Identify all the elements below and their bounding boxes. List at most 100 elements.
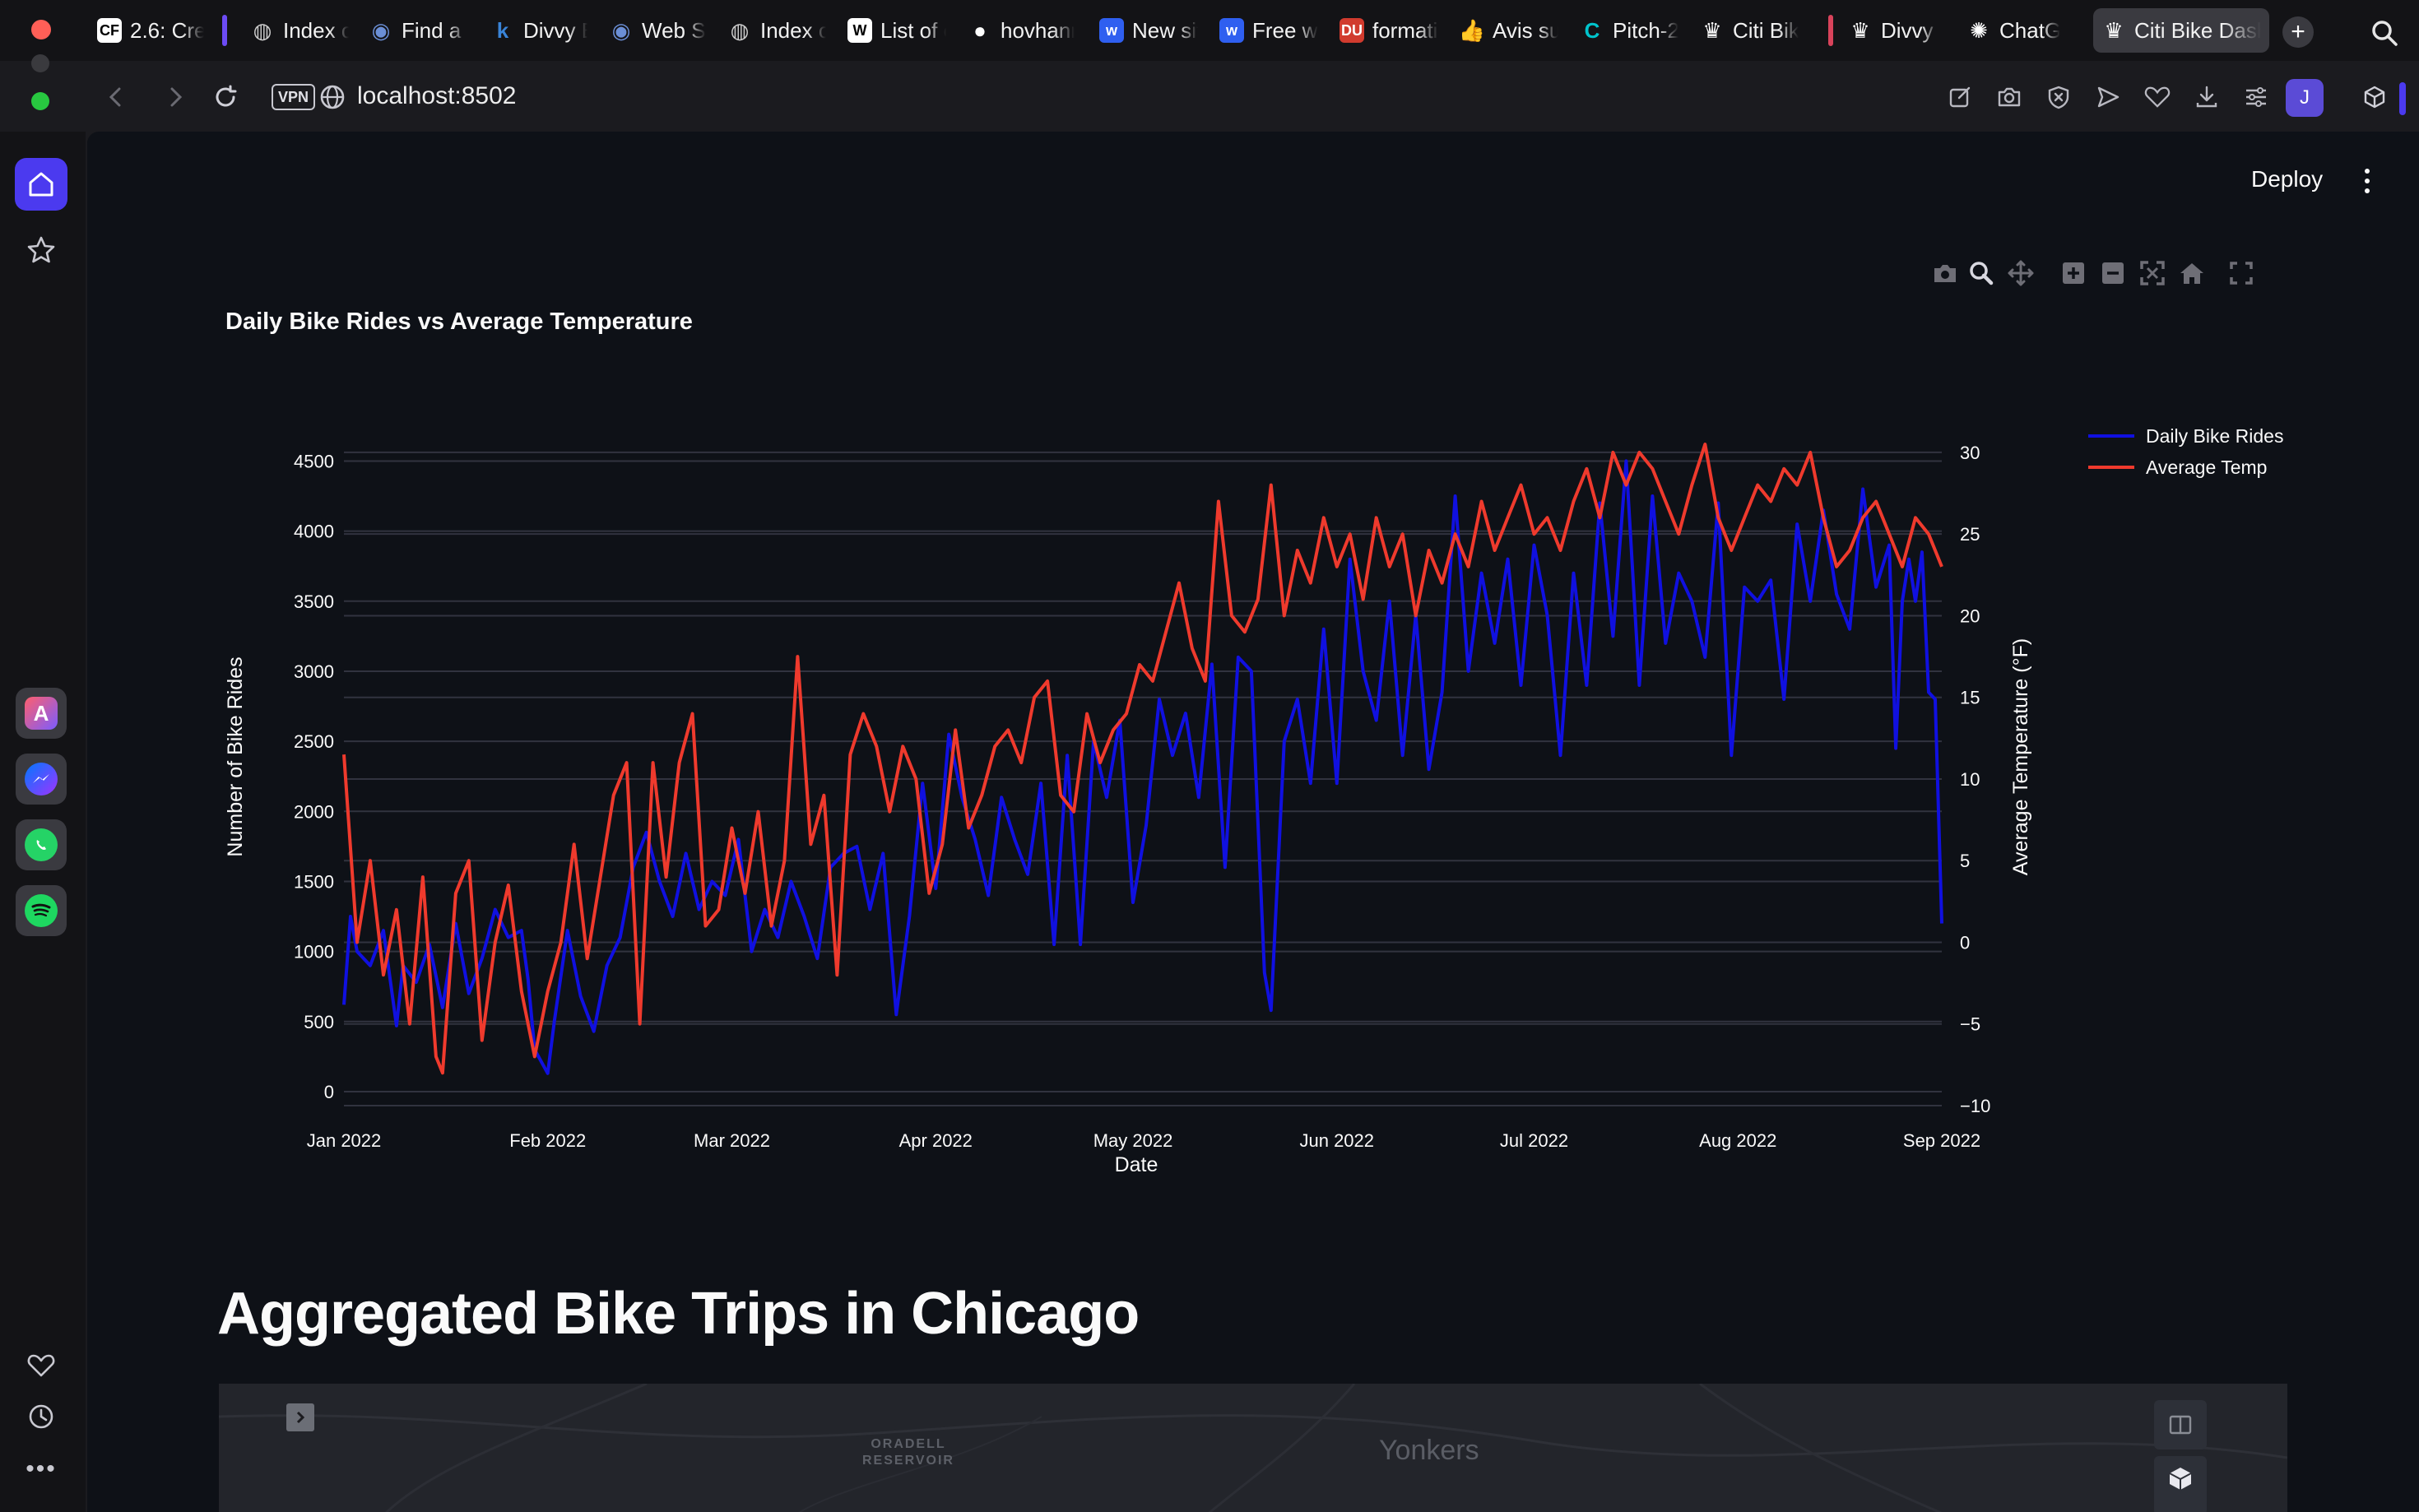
series-average-temp — [342, 443, 1943, 1075]
vpn-label: VPN — [278, 88, 309, 105]
browser-tab[interactable]: W List of c — [839, 8, 954, 53]
globe-icon: ◍ — [253, 17, 272, 43]
snapshot-edit-icon[interactable] — [1943, 81, 1976, 114]
sidebar-expand-button[interactable] — [286, 1403, 314, 1431]
trips-map[interactable]: ORADELL RESERVOIR Yonkers — [219, 1384, 2287, 1512]
browser-tab[interactable]: w Free we — [1211, 8, 1326, 53]
y2-axis-label: Average Temperature (°F) — [2009, 638, 2032, 875]
home-icon[interactable] — [15, 158, 67, 211]
canva-icon: C — [1584, 17, 1600, 43]
tab-label: Free we — [1252, 17, 1318, 43]
messenger-icon[interactable] — [16, 754, 67, 805]
3d-view-icon[interactable] — [2154, 1456, 2207, 1512]
tab-group-marker — [1828, 15, 1833, 46]
address-bar: VPN localhost:8502 J — [87, 67, 2419, 127]
profile-initial: J — [2300, 86, 2310, 109]
download-icon[interactable] — [2190, 81, 2223, 114]
browser-tab[interactable]: ● hovhann — [959, 8, 1083, 53]
search-tabs-icon[interactable] — [2370, 18, 2399, 48]
x-tick-label: Jun 2022 — [1299, 1130, 1374, 1151]
webflow-icon: w — [1099, 18, 1124, 43]
url-field[interactable]: localhost:8502 — [357, 82, 516, 110]
y2-tick-label: 10 — [1960, 769, 1980, 790]
chart-series — [342, 443, 1943, 1075]
openai-icon: ✺ — [1970, 17, 1988, 43]
browser-tab[interactable]: k Divvy B — [482, 8, 596, 53]
browser-tab[interactable]: 👍 Avis sur — [1451, 8, 1567, 53]
tab-group-marker — [222, 15, 227, 46]
series-daily-bike-rides — [342, 459, 1943, 1075]
tab-label: Index of — [760, 17, 826, 43]
adblock-icon[interactable] — [2042, 81, 2075, 114]
x-tick-label: Aug 2022 — [1699, 1130, 1776, 1151]
ridewithgps-icon: ◉ — [371, 17, 391, 43]
thumb-icon: 👍 — [1458, 17, 1486, 43]
browser-tab[interactable]: ◉ Find a S — [360, 8, 476, 53]
streamlit-app: Deploy Daily Bike Rides vs Average Tempe… — [87, 132, 2419, 1512]
aria-icon[interactable]: A — [16, 688, 67, 739]
send-icon[interactable] — [2092, 81, 2124, 114]
ridewithgps-icon: ◉ — [611, 17, 631, 43]
tab-label: List of c — [880, 17, 946, 43]
reload-button[interactable] — [207, 79, 244, 115]
x-tick-label: Feb 2022 — [509, 1130, 586, 1151]
new-tab-button[interactable]: + — [2282, 16, 2314, 48]
tab-label: Web Se — [642, 17, 706, 43]
site-info-icon[interactable] — [318, 82, 347, 112]
back-button[interactable] — [97, 79, 133, 115]
du-icon: DU — [1340, 18, 1364, 43]
easy-setup-icon[interactable] — [2240, 81, 2273, 114]
rides-vs-temperature-chart[interactable]: Daily Bike Rides vs Average Temperature … — [87, 132, 2419, 1283]
close-window-button[interactable] — [31, 20, 51, 39]
y2-tick-label: 30 — [1960, 443, 1980, 463]
vpn-badge[interactable]: VPN — [272, 84, 316, 110]
minimize-window-button[interactable] — [31, 54, 49, 72]
x-tick-label: Jul 2022 — [1500, 1130, 1568, 1151]
map-label-reservoir: ORADELL RESERVOIR — [862, 1437, 954, 1468]
browser-tab[interactable]: C Pitch-2 — [1572, 8, 1687, 53]
tab-label: ChatGP — [1999, 17, 2060, 43]
browser-tab[interactable]: ✺ ChatGP — [1958, 8, 2068, 53]
tab-label: New sit — [1132, 17, 1198, 43]
star-icon[interactable] — [15, 224, 67, 276]
chart-legend[interactable]: Daily Bike Rides Average Temp — [2088, 425, 2283, 478]
y-tick-label: 0 — [324, 1082, 334, 1102]
heart-icon[interactable] — [15, 1339, 67, 1392]
whatsapp-icon[interactable] — [16, 819, 67, 870]
browser-tab[interactable]: CF 2.6: Cre — [89, 8, 212, 53]
y2-tick-label: −5 — [1960, 1014, 1980, 1035]
y2-tick-label: −10 — [1960, 1096, 1990, 1116]
zoom-window-button[interactable] — [31, 92, 49, 110]
browser-tab[interactable]: ◍ Index of — [719, 8, 834, 53]
y-tick-label: 4000 — [294, 522, 334, 542]
legend-label: Average Temp — [2146, 457, 2267, 478]
y2-tick-label: 5 — [1960, 851, 1970, 871]
tab-label: formatio — [1372, 17, 1438, 43]
browser-tab[interactable]: ♛ Divvy B — [1840, 8, 1947, 53]
extensions-cube-icon[interactable] — [2358, 81, 2391, 114]
x-axis-label: Date — [1115, 1153, 1158, 1176]
tab-label: Pitch-2 — [1613, 17, 1678, 43]
y-tick-label: 2500 — [294, 731, 334, 752]
browser-tab[interactable]: ◉ Web Se — [601, 8, 714, 53]
history-icon[interactable] — [15, 1390, 67, 1443]
split-view-icon[interactable] — [2154, 1400, 2207, 1449]
browser-tab[interactable]: ◍ Index of — [242, 8, 357, 53]
x-tick-label: Sep 2022 — [1903, 1130, 1980, 1151]
sidebar-toggle-indicator[interactable] — [2399, 82, 2406, 115]
streamlit-icon: ♛ — [1702, 17, 1722, 43]
y-tick-label: 4500 — [294, 451, 334, 471]
browser-tab[interactable]: ♛ Citi Bike Dash — [2093, 8, 2269, 53]
heart-icon[interactable] — [2141, 81, 2174, 114]
browser-tab[interactable]: DU formatio — [1331, 8, 1446, 53]
browser-tab[interactable]: ♛ Citi Bike — [1692, 8, 1807, 53]
camera-icon[interactable] — [1993, 81, 2026, 114]
browser-tab[interactable]: w New sit — [1091, 8, 1206, 53]
more-icon[interactable]: ••• — [15, 1443, 67, 1496]
tab-label: 2.6: Cre — [130, 17, 204, 43]
forward-button[interactable] — [158, 79, 194, 115]
map-label-city: Yonkers — [1379, 1435, 1479, 1466]
profile-avatar[interactable]: J — [2286, 79, 2324, 117]
y-tick-label: 2000 — [294, 801, 334, 822]
spotify-icon[interactable] — [16, 885, 67, 936]
